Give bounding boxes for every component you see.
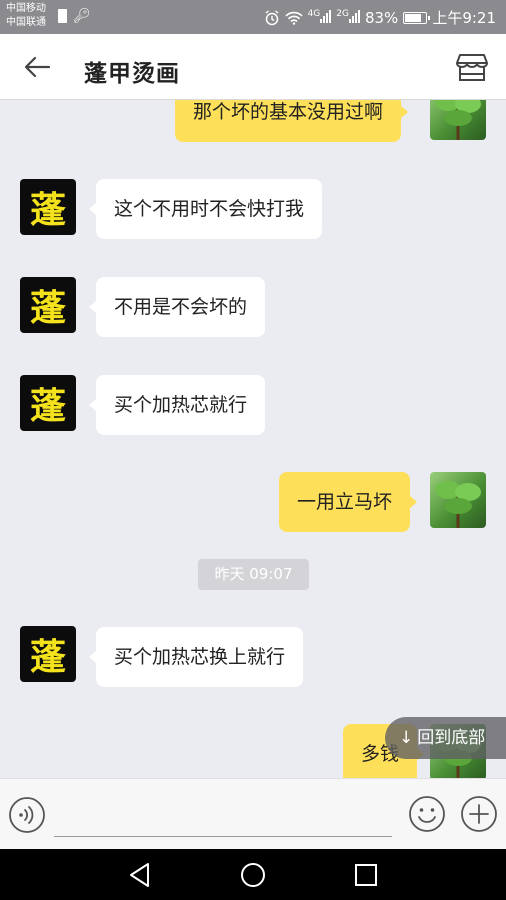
contact-avatar[interactable]: 蓬 xyxy=(20,179,76,235)
message-bubble-outgoing[interactable]: 一用立马坏 xyxy=(279,472,418,532)
plus-icon[interactable] xyxy=(460,795,498,833)
contact-avatar-glyph: 蓬 xyxy=(29,189,66,231)
contact-avatar-glyph: 蓬 xyxy=(29,636,66,678)
contact-avatar[interactable]: 蓬 xyxy=(20,277,76,333)
scroll-to-bottom-label: 回到底部 xyxy=(417,728,486,748)
battery-icon xyxy=(403,11,431,24)
nav-back-icon[interactable] xyxy=(128,862,152,888)
my-avatar[interactable] xyxy=(430,100,486,140)
message-bubble-incoming[interactable]: 买个加热芯就行 xyxy=(88,375,266,435)
contact-avatar-glyph: 蓬 xyxy=(29,385,66,427)
voice-icon[interactable] xyxy=(8,796,46,834)
carrier-1: 中国移动 xyxy=(6,3,46,14)
status-bar: 中国移动 中国联通 🔑︎ 4G 2G 83% 上午9:21 xyxy=(0,0,506,34)
clock: 上午9:21 xyxy=(432,9,496,27)
alarm-icon xyxy=(265,9,278,25)
nav-home-icon[interactable] xyxy=(240,862,266,888)
network-type-1: 4G xyxy=(307,8,321,19)
timestamp-label: 昨天 09:07 xyxy=(198,559,309,590)
emoji-icon[interactable] xyxy=(408,795,446,833)
wifi-icon xyxy=(284,11,303,25)
message-bubble-incoming[interactable]: 不用是不会坏的 xyxy=(88,277,266,337)
message-input[interactable] xyxy=(54,793,392,837)
contact-avatar-glyph: 蓬 xyxy=(29,287,66,329)
message-bubble-incoming[interactable]: 这个不用时不会快打我 xyxy=(88,179,323,239)
arrow-down-icon: ↓ xyxy=(399,728,414,748)
signal-2-icon xyxy=(348,9,360,23)
key-icon: 🔑︎ xyxy=(73,8,91,24)
chat-area[interactable]: 那个坏的基本没用过啊 蓬 这个不用时不会快打我 蓬 不用是不会坏的 蓬 买个加热… xyxy=(0,100,506,778)
contact-avatar[interactable]: 蓬 xyxy=(20,626,76,682)
input-bar xyxy=(0,778,506,849)
system-nav-bar xyxy=(0,849,506,900)
page-title: 蓬甲烫画 xyxy=(84,61,180,87)
message-bubble-incoming[interactable]: 买个加热芯换上就行 xyxy=(88,627,304,687)
sim-card-icon xyxy=(58,9,67,23)
contact-avatar[interactable]: 蓬 xyxy=(20,375,76,431)
store-icon[interactable] xyxy=(456,52,488,82)
back-arrow-icon[interactable] xyxy=(22,53,52,81)
scroll-to-bottom-button[interactable]: ↓ 回到底部 xyxy=(385,717,506,759)
signal-1-icon xyxy=(320,9,332,23)
battery-percent: 83% xyxy=(364,8,399,27)
carrier-labels: 中国移动 中国联通 xyxy=(6,2,46,30)
my-avatar[interactable] xyxy=(430,472,486,528)
message-bubble-outgoing[interactable]: 那个坏的基本没用过啊 xyxy=(175,100,409,142)
nav-recent-apps-icon[interactable] xyxy=(354,863,378,887)
carrier-2: 中国联通 xyxy=(6,17,46,28)
chat-header: 蓬甲烫画 xyxy=(0,34,506,100)
network-type-2: 2G xyxy=(336,8,349,19)
